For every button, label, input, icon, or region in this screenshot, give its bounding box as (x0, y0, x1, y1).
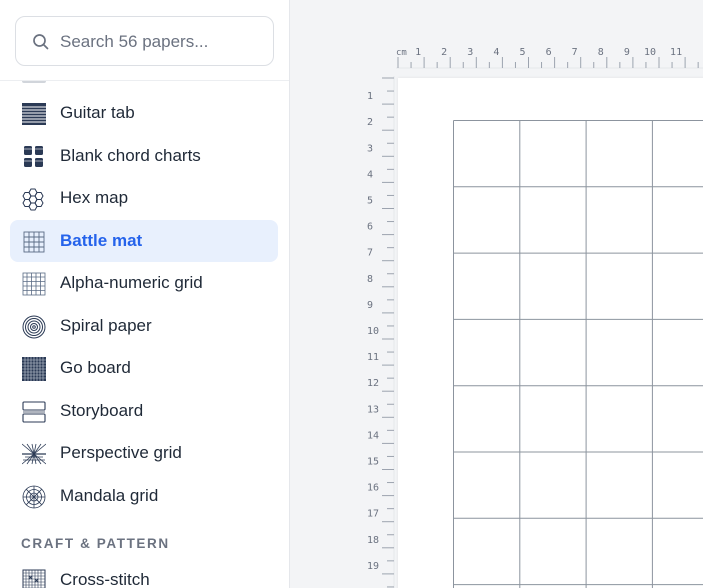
sidebar-item-label: Mandala grid (60, 486, 159, 505)
sidebar-item-mandala-grid[interactable]: Mandala grid (10, 475, 278, 517)
sidebar-item-label: Spiral paper (60, 316, 152, 335)
section-heading-craft: CRAFT & PATTERN (21, 536, 170, 551)
guitar-tab-icon (22, 103, 46, 125)
sidebar-item-label: Perspective grid (60, 443, 182, 462)
search-box[interactable] (15, 16, 274, 66)
ruler-unit: cm (396, 48, 407, 58)
sidebar-item-perspective-grid[interactable]: Perspective grid (10, 432, 278, 474)
sidebar-item-cross-stitch[interactable]: Cross-stitch (10, 559, 278, 588)
storyboard-icon (22, 401, 46, 423)
search-input[interactable] (60, 29, 265, 55)
ruler-label: 16 (367, 483, 379, 494)
ruler-label: 1 (415, 47, 421, 58)
alpha-numeric-grid-icon (22, 272, 46, 296)
ruler-label: 4 (367, 169, 373, 180)
ruler-label: 14 (367, 430, 379, 441)
hex-map-icon (22, 188, 44, 211)
sidebar-item-blank-chord-charts[interactable]: Blank chord charts (10, 135, 278, 177)
ruler-label: 6 (367, 222, 373, 233)
perspective-grid-icon (22, 443, 46, 465)
ruler-label: 11 (670, 47, 682, 58)
sidebar-item-label: Go board (60, 358, 131, 377)
ruler-label: 17 (367, 509, 379, 520)
vertical-ruler: 12345678910111213141516171819 (367, 76, 395, 588)
sidebar-item-label: Alpha-numeric grid (60, 273, 203, 292)
ruler-label: 1 (367, 91, 373, 102)
ruler-label: 3 (467, 47, 473, 58)
ruler-label: 7 (367, 248, 373, 259)
preview-canvas: cm 1 2 3 4 5 6 7 8 9 10 11 1 2 3 4 5 6 7 8 9 10 11 12 13 14 15 16 1… (290, 0, 703, 588)
ruler-label: 10 (644, 47, 656, 58)
mandala-icon (22, 485, 46, 509)
ruler-label: 18 (367, 535, 379, 546)
sidebar-item-label: Blank chord charts (60, 146, 201, 165)
sidebar-item-spiral-paper[interactable]: Spiral paper (10, 305, 278, 347)
ruler-label: 8 (367, 274, 373, 285)
sidebar-item-battle-mat[interactable]: Battle mat (10, 220, 278, 262)
ruler-label: 6 (546, 47, 552, 58)
ruler-label: 9 (367, 300, 373, 311)
sidebar-item-label: Guitar tab (60, 103, 135, 122)
ruler-label: 5 (367, 196, 373, 207)
ruler-label: 19 (367, 561, 379, 572)
ruler-label: 7 (572, 47, 578, 58)
ruler-label: 12 (367, 378, 379, 389)
ruler-label: 15 (367, 457, 379, 468)
ruler-label: 10 (367, 326, 379, 337)
ruler-label: 13 (367, 404, 379, 415)
sidebar-item-label: Storyboard (60, 401, 144, 420)
sidebar-item-label: Hex map (60, 188, 129, 207)
chord-charts-icon (24, 146, 43, 167)
cross-stitch-icon (22, 569, 46, 588)
go-board-icon (22, 357, 46, 381)
ruler-label: 2 (441, 47, 447, 58)
sidebar-item-label: Cross-stitch (60, 570, 150, 588)
sidebar-item-hex-map[interactable]: Hex map (10, 177, 278, 219)
sidebar-item-storyboard[interactable]: Storyboard (10, 390, 278, 432)
search-bar (0, 0, 289, 81)
battle-mat-grid (453, 120, 703, 588)
battle-mat-icon (23, 231, 45, 253)
sidebar: Guitar tab Blank chord charts (0, 0, 290, 588)
ruler-label: 9 (624, 47, 630, 58)
ruler-label: 11 (367, 352, 379, 363)
ruler-label: 3 (367, 143, 373, 154)
sidebar-item-guitar-tab[interactable]: Guitar tab (10, 92, 278, 134)
horizontal-ruler: cm 1 2 3 4 5 6 7 8 9 10 11 (396, 47, 703, 69)
search-icon (33, 34, 49, 50)
sidebar-item-go-board[interactable]: Go board (10, 347, 278, 389)
ruler-label: 2 (367, 117, 373, 128)
ruler-label: 4 (493, 47, 499, 58)
sidebar-item-label: Battle mat (60, 231, 143, 250)
spiral-icon (22, 315, 46, 339)
sidebar-item-alpha-numeric-grid[interactable]: Alpha-numeric grid (10, 262, 278, 304)
ruler-label: 5 (519, 47, 525, 58)
ruler-label: 8 (598, 47, 604, 58)
